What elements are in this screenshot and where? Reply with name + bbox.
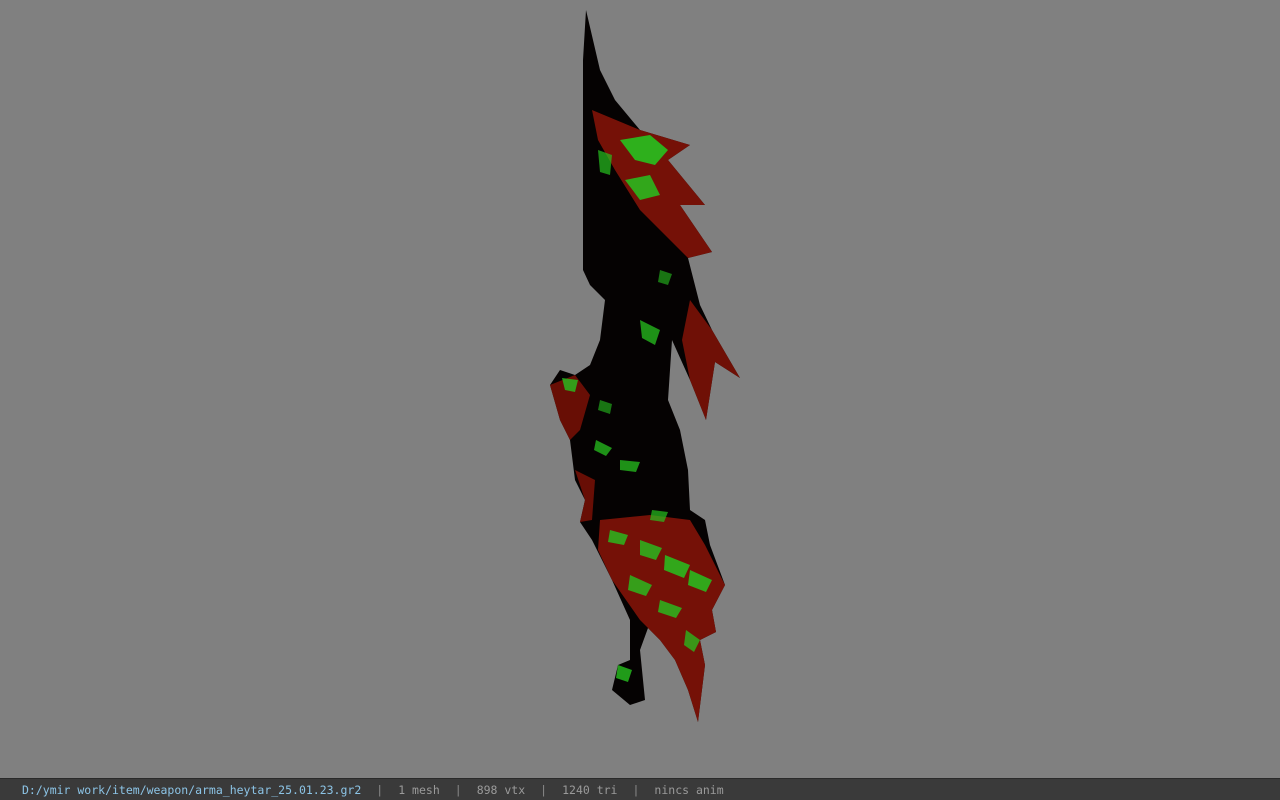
- separator: |: [540, 782, 548, 797]
- separator: |: [454, 782, 462, 797]
- separator: |: [632, 782, 640, 797]
- separator: |: [376, 782, 384, 797]
- model-viewport[interactable]: [0, 0, 1280, 778]
- blade-red-lower-spikes: [682, 300, 740, 420]
- mesh-count: 1 mesh: [398, 782, 440, 797]
- status-bar: D:/ymir work/item/weapon/arma_heytar_25.…: [0, 778, 1280, 800]
- vertex-count: 898 vtx: [476, 782, 526, 797]
- triangle-count: 1240 tri: [562, 782, 618, 797]
- weapon-model-render: [550, 10, 740, 722]
- file-path: D:/ymir work/item/weapon/arma_heytar_25.…: [22, 782, 362, 797]
- anim-status: nincs anim: [654, 782, 724, 797]
